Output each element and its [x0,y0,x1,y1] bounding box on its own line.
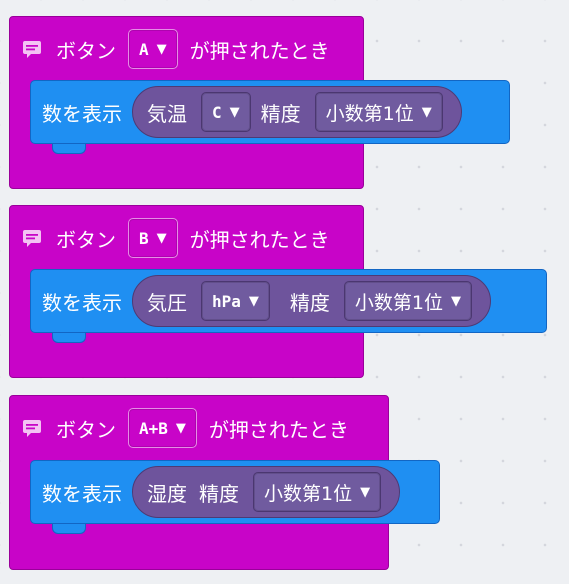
button-dropdown-value: A+B [139,418,168,438]
comment-icon[interactable] [22,229,42,247]
show-number-label: 数を表示 [42,290,122,315]
button-dropdown[interactable]: A ▼ [128,29,178,69]
show-number-block[interactable]: 数を表示 気温 C ▼ 精度 小数第1位 ▼ [30,80,510,144]
show-number-label: 数を表示 [42,481,122,506]
caret-down-icon: ▼ [175,420,186,436]
precision-dropdown-value: 小数第1位 [264,482,353,505]
event-suffix: が押されたとき [208,417,349,442]
unit-dropdown-value: C [212,102,222,122]
reporter-text-humidity: 湿度 [147,481,187,506]
event-label: ボタン [56,38,116,63]
caret-down-icon: ▼ [248,293,259,309]
show-number-block[interactable]: 数を表示 気圧 hPa ▼ 精度 小数第1位 ▼ [30,269,547,333]
precision-label: 精度 [260,101,301,126]
precision-dropdown[interactable]: 小数第1位 ▼ [253,472,382,512]
show-number-label: 数を表示 [42,101,122,126]
unit-dropdown[interactable]: hPa ▼ [201,281,270,321]
unit-dropdown[interactable]: C ▼ [201,92,251,132]
event-label: ボタン [56,417,116,442]
caret-down-icon: ▼ [229,104,240,120]
precision-label: 精度 [199,481,239,506]
statement-notch [52,524,86,534]
button-dropdown-value: A [139,39,149,59]
statement-notch [52,333,86,343]
precision-dropdown-value: 小数第1位 [354,291,443,314]
caret-down-icon: ▼ [156,230,167,246]
show-number-block[interactable]: 数を表示 湿度 精度 小数第1位 ▼ [30,460,440,524]
event-suffix: が押されたとき [189,38,330,63]
event-label: ボタン [56,227,116,252]
reporter-text-pressure: 気圧 [147,290,187,315]
reporter-humidity[interactable]: 湿度 精度 小数第1位 ▼ [132,466,401,518]
caret-down-icon: ▼ [156,41,167,57]
button-dropdown[interactable]: A+B ▼ [128,408,197,448]
reporter-temperature[interactable]: 気温 C ▼ 精度 小数第1位 ▼ [132,86,462,138]
caret-down-icon: ▼ [451,293,461,309]
event-suffix: が押されたとき [189,227,330,252]
precision-dropdown[interactable]: 小数第1位 ▼ [343,281,472,321]
event-header: ボタン B ▼ が押されたとき [10,206,330,270]
caret-down-icon: ▼ [360,484,371,500]
event-header: ボタン A ▼ が押されたとき [10,17,330,81]
precision-dropdown[interactable]: 小数第1位 ▼ [314,92,443,132]
event-header: ボタン A+B ▼ が押されたとき [10,396,349,460]
reporter-text-temperature: 気温 [147,101,187,126]
button-dropdown[interactable]: B ▼ [128,218,178,258]
precision-dropdown-value: 小数第1位 [325,102,414,125]
button-dropdown-value: B [139,228,149,248]
precision-label: 精度 [289,290,330,315]
comment-icon[interactable] [22,419,42,437]
statement-notch [52,144,86,154]
caret-down-icon: ▼ [421,104,432,120]
unit-dropdown-value: hPa [212,291,241,311]
reporter-pressure[interactable]: 気圧 hPa ▼ 精度 小数第1位 ▼ [132,275,491,327]
comment-icon[interactable] [22,40,42,58]
